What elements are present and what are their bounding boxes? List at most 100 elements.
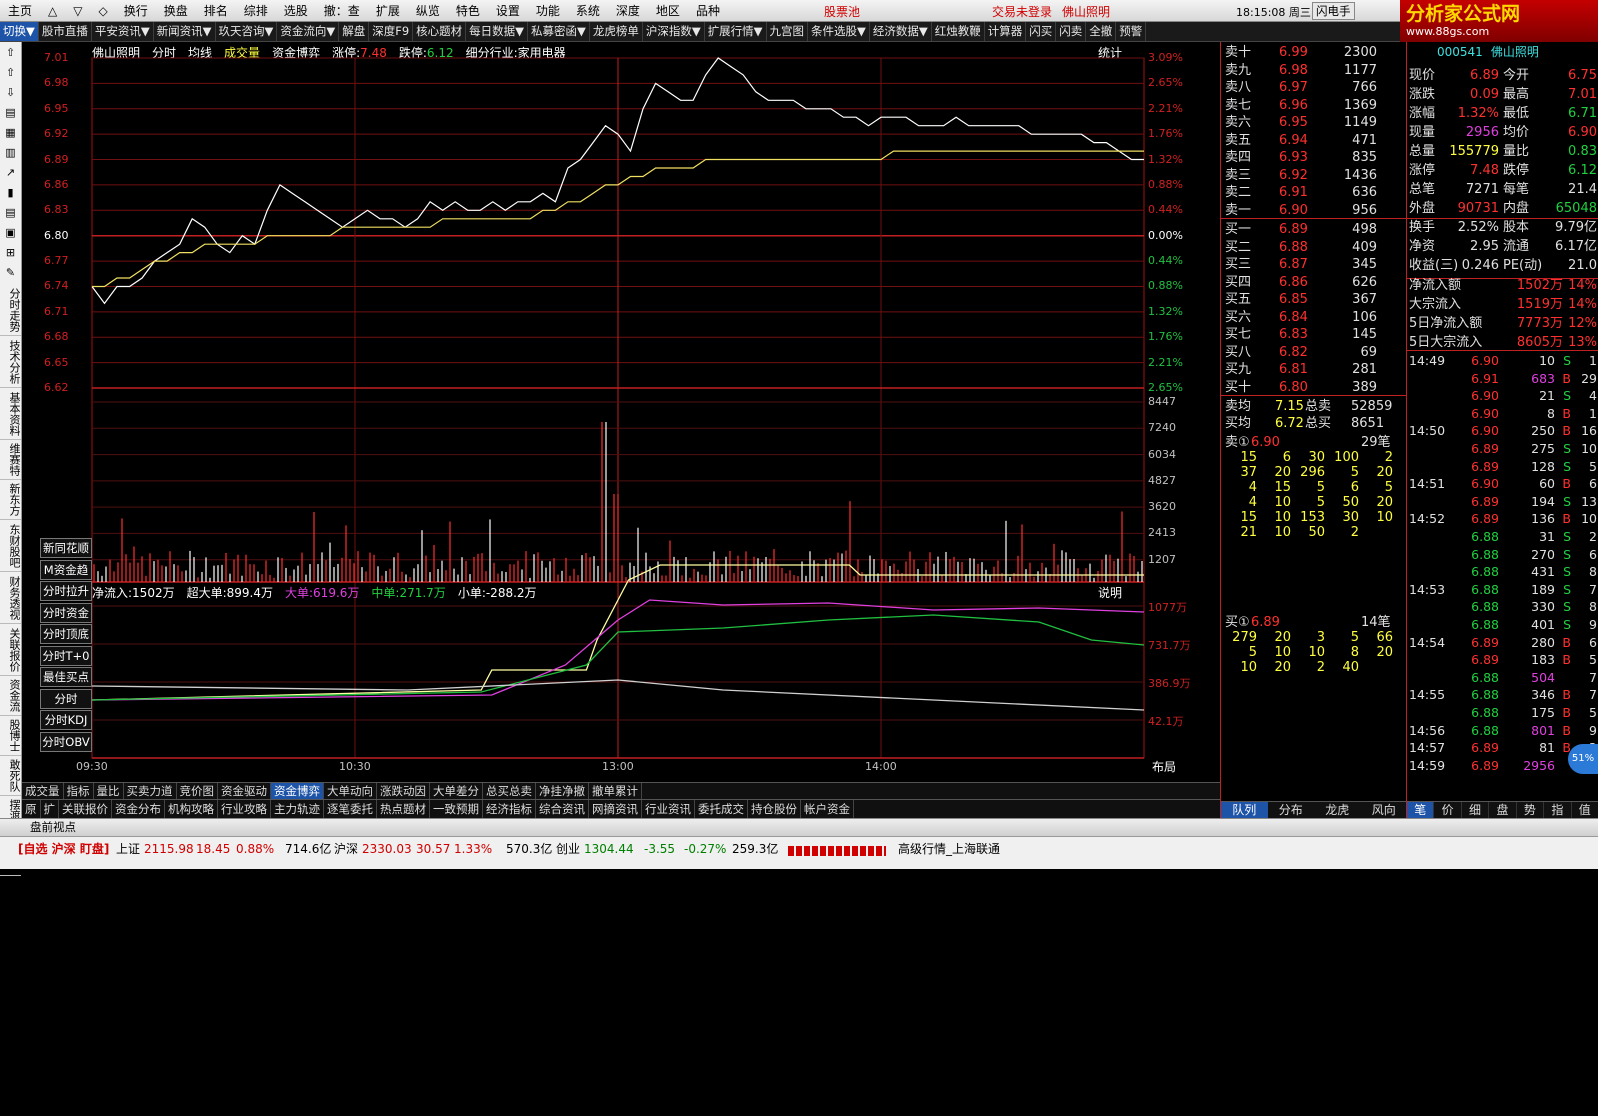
period-0[interactable]: 1 <box>0 878 21 896</box>
quote-tab-1[interactable]: 价 <box>1434 802 1462 818</box>
left-tool-icon[interactable]: ⊞ <box>0 244 21 262</box>
menu-item-11[interactable]: 纵览 <box>408 0 448 22</box>
left-tool-icon[interactable]: ↗ <box>0 164 21 182</box>
toolbar-item-11[interactable]: 龙虎榜单 <box>590 22 643 41</box>
orderbook-tab-0[interactable]: 队列 <box>1221 802 1268 818</box>
menu-item-7[interactable]: 综排 <box>236 0 276 22</box>
toolbar-item-8[interactable]: 核心题材 <box>413 22 467 41</box>
info-tab-14[interactable]: 委托成交 <box>695 800 748 818</box>
menu-item-14[interactable]: 功能 <box>528 0 568 22</box>
info-tab-9[interactable]: 一致预期 <box>430 800 483 818</box>
period-5[interactable]: 日 <box>0 978 21 996</box>
quote-tab-6[interactable]: 值 <box>1572 802 1598 818</box>
indicator-tab-3[interactable]: 买卖力道 <box>124 783 177 799</box>
info-tab-8[interactable]: 热点题材 <box>377 800 430 818</box>
indicator-tab-0[interactable]: 成交量 <box>22 783 64 799</box>
toolbar-item-20[interactable]: 闪卖 <box>1056 22 1087 41</box>
left-tab-9[interactable]: 股博士 <box>0 716 21 756</box>
toolbar-item-14[interactable]: 九宫图 <box>767 22 809 41</box>
indicator-button-1[interactable]: M资金趋 <box>40 559 92 580</box>
menu-item-13[interactable]: 设置 <box>488 0 528 22</box>
menu-item-6[interactable]: 排名 <box>196 0 236 22</box>
info-tab-4[interactable]: 机构攻略 <box>165 800 218 818</box>
toolbar-item-2[interactable]: 平安资讯▼ <box>92 22 154 41</box>
left-tab-6[interactable]: 财务透视 <box>0 572 21 624</box>
info-tab-13[interactable]: 行业资讯 <box>642 800 695 818</box>
menu-item-12[interactable]: 特色 <box>448 0 488 22</box>
indicator-tab-2[interactable]: 量比 <box>94 783 124 799</box>
indicator-tab-9[interactable]: 大单差分 <box>430 783 483 799</box>
left-tab-7[interactable]: 关联报价 <box>0 624 21 676</box>
toolbar-item-10[interactable]: 私募密函▼ <box>528 22 590 41</box>
info-tab-0[interactable]: 原 <box>22 800 41 818</box>
menu-item-3[interactable]: ◇ <box>90 0 115 22</box>
period-9[interactable]: 多 <box>0 1058 21 1076</box>
indicator-tab-10[interactable]: 总买总卖 <box>483 783 536 799</box>
indicator-tab-11[interactable]: 净挂净撤 <box>536 783 589 799</box>
menu-item-16[interactable]: 深度 <box>608 0 648 22</box>
orderbook-tab-3[interactable]: 风向 <box>1361 802 1408 818</box>
left-tool-icon[interactable]: ▦ <box>0 124 21 142</box>
indicator-button-9[interactable]: 分时OBV <box>40 731 92 752</box>
menu-item-5[interactable]: 换盘 <box>156 0 196 22</box>
info-tab-1[interactable]: 扩 <box>41 800 59 818</box>
intraday-chart[interactable]: 佛山照明 分时 均线 成交量 资金博弈 涨停:7.48 跌停:6.12 细分行业… <box>22 42 1220 782</box>
indicator-tab-8[interactable]: 涨跌动因 <box>377 783 430 799</box>
stockpool-link[interactable]: 股票池 <box>824 3 860 20</box>
toolbar-item-7[interactable]: 深度F9 <box>369 22 414 41</box>
left-tab-3[interactable]: 维赛特 <box>0 440 21 480</box>
left-tool-icon[interactable]: ▤ <box>0 204 21 222</box>
indicator-button-8[interactable]: 分时KDJ <box>40 710 92 730</box>
explain-button[interactable]: 说明 <box>1098 584 1122 601</box>
left-tool-icon[interactable]: ▮ <box>0 184 21 202</box>
menu-item-10[interactable]: 扩展 <box>368 0 408 22</box>
toolbar-item-12[interactable]: 沪深指数▼ <box>643 22 705 41</box>
left-tab-5[interactable]: 东财股吧 <box>0 520 21 572</box>
layout-button[interactable]: 布局 <box>1152 758 1176 775</box>
indicator-tab-5[interactable]: 资金驱动 <box>218 783 271 799</box>
info-tab-5[interactable]: 行业攻略 <box>218 800 271 818</box>
indicator-tab-12[interactable]: 撤单累计 <box>589 783 642 799</box>
info-tab-6[interactable]: 主力轨迹 <box>271 800 324 818</box>
toolbar-item-21[interactable]: 全撤 <box>1086 22 1117 41</box>
period-3[interactable]: 30 <box>0 938 21 956</box>
toolbar-item-22[interactable]: 预警 <box>1116 22 1147 41</box>
menu-item-17[interactable]: 地区 <box>648 0 688 22</box>
toolbar-item-19[interactable]: 闪买 <box>1026 22 1057 41</box>
indicator-tab-1[interactable]: 指标 <box>64 783 94 799</box>
left-tool-icon[interactable]: ▣ <box>0 224 21 242</box>
info-tab-11[interactable]: 综合资讯 <box>536 800 589 818</box>
menu-item-0[interactable]: 主页 <box>0 0 40 22</box>
left-tool-icon[interactable]: ⇧ <box>0 44 21 62</box>
toolbar-item-1[interactable]: 股市直播 <box>39 22 92 41</box>
toolbar-item-18[interactable]: 计算器 <box>985 22 1027 41</box>
toolbar-item-4[interactable]: 玖天咨询▼ <box>216 22 278 41</box>
menu-item-8[interactable]: 选股 <box>276 0 316 22</box>
indicator-button-4[interactable]: 分时顶底 <box>40 624 92 644</box>
left-tab-8[interactable]: 资金流 <box>0 676 21 716</box>
left-tab-10[interactable]: 敢死队 <box>0 756 21 796</box>
left-tool-icon[interactable]: ▥ <box>0 144 21 162</box>
period-6[interactable]: 周 <box>0 998 21 1016</box>
info-tab-15[interactable]: 持仓股份 <box>748 800 801 818</box>
quote-tab-4[interactable]: 势 <box>1517 802 1545 818</box>
period-10[interactable]: 季 <box>0 1078 21 1096</box>
indicator-button-5[interactable]: 分时T+0 <box>40 645 92 666</box>
info-tab-16[interactable]: 帐户资金 <box>801 800 854 818</box>
toolbar-item-6[interactable]: 解盘 <box>339 22 370 41</box>
info-tab-12[interactable]: 网摘资讯 <box>589 800 642 818</box>
period-2[interactable]: 15 <box>0 918 21 936</box>
toolbar-item-17[interactable]: 红烛教鞭 <box>932 22 985 41</box>
period-11[interactable]: 年 <box>0 1098 21 1116</box>
orderbook-tab-1[interactable]: 分布 <box>1268 802 1315 818</box>
info-tab-7[interactable]: 逐笔委托 <box>324 800 377 818</box>
info-tab-10[interactable]: 经济指标 <box>483 800 536 818</box>
toolbar-item-5[interactable]: 资金流向▼ <box>277 22 340 41</box>
flash-trade-button[interactable]: 闪电手 <box>1312 2 1355 20</box>
indicator-button-0[interactable]: 新同花顺 <box>40 538 92 558</box>
toolbar-item-9[interactable]: 每日数据▼ <box>466 22 528 41</box>
toolbar-item-13[interactable]: 扩展行情▼ <box>705 22 767 41</box>
menu-item-18[interactable]: 品种 <box>688 0 728 22</box>
indicator-button-2[interactable]: 分时拉升 <box>40 581 92 601</box>
toolbar-item-0[interactable]: 切换▼ <box>0 22 39 41</box>
